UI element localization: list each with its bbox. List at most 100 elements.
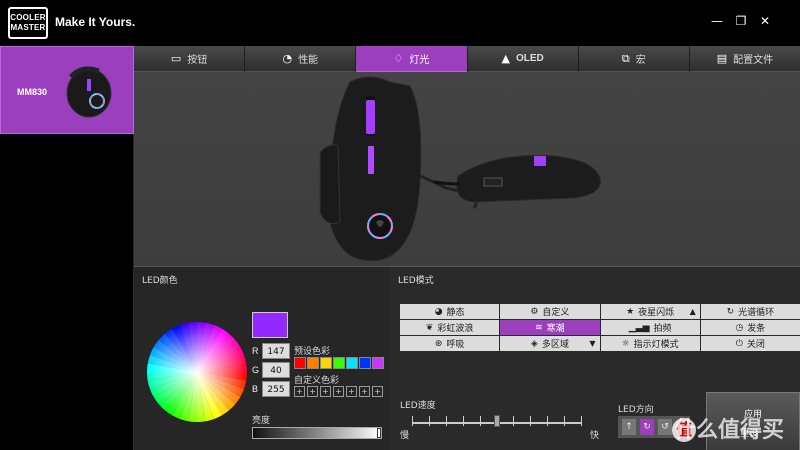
speed-tick <box>547 416 549 426</box>
preset-color-swatches <box>294 357 384 369</box>
custom-color-slot[interactable]: + <box>359 386 370 397</box>
speed-tick <box>412 416 413 426</box>
speed-min-label: 慢 <box>400 431 410 441</box>
led-mode-option[interactable]: ❦ 彩虹波浪 <box>400 320 500 335</box>
brightness-slider[interactable] <box>252 427 382 439</box>
direction-left-button[interactable]: ↑ <box>622 419 636 435</box>
mouse-render <box>319 76 601 262</box>
star-icon: ★ <box>626 306 635 317</box>
tab-bar: ▭ 按钮 ◔ 性能 ♢ 灯光 ▲ OLED ⧉ 宏 ▤ 配置文件 <box>134 46 800 72</box>
speed-tick <box>462 416 464 426</box>
speed-max-label: 快 <box>590 431 600 441</box>
led-mode-label: 彩虹波浪 <box>437 324 474 334</box>
custom-color-slot[interactable]: + <box>320 386 331 397</box>
led-mode-label: 发条 <box>747 324 766 334</box>
close-icon[interactable]: ✕ <box>758 14 772 28</box>
direction-rotate-button[interactable]: ↺ <box>658 419 672 435</box>
tab-oled[interactable]: ▲ OLED <box>467 46 578 72</box>
led-mode-option[interactable]: ◕ 静态 <box>400 304 500 319</box>
logo-line2: MASTER <box>10 23 46 32</box>
tab-lighting[interactable]: ♢ 灯光 <box>356 46 467 72</box>
device-sidebar: MM830 <box>0 46 134 450</box>
preset-color-swatch[interactable] <box>359 357 371 369</box>
tab-profile[interactable]: ▤ 配置文件 <box>689 46 800 72</box>
brightness-knob[interactable] <box>377 428 381 438</box>
speed-tick <box>580 416 582 426</box>
tab-label: 配置文件 <box>733 55 774 66</box>
color-wheel[interactable] <box>146 321 248 423</box>
led-mode-option[interactable]: ⊛ 呼吸 <box>400 336 500 351</box>
led-mode-option[interactable]: ≋ 寒潮 <box>500 320 600 335</box>
custom-color-slot[interactable]: + <box>294 386 305 397</box>
green-input[interactable]: 40 <box>262 362 290 378</box>
blue-input[interactable]: 255 <box>262 381 290 397</box>
led-mode-label: 关闭 <box>746 340 765 350</box>
led-mode-option[interactable]: ⚙ 自定义 <box>500 304 600 319</box>
led-mode-grid: ◕ 静态 ⚙ 自定义 ★ 夜星闪烁 ▲ ↻ 光谱循环 ❦ 彩虹波浪 ≋ 寒潮 ▁▃▅ 拍频 ◷ 发条 ⊛ 呼吸 ◈ 多区… <box>400 304 800 351</box>
brightness-label: 亮度 <box>252 416 271 426</box>
custom-color-slots: + + + + + + + <box>294 386 383 397</box>
custom-color-slot[interactable]: + <box>307 386 318 397</box>
speed-tick <box>564 416 566 426</box>
led-mode-label: 夜星闪烁 <box>638 308 675 318</box>
led-mode-label: 呼吸 <box>446 340 465 350</box>
tab-performance[interactable]: ◔ 性能 <box>245 46 356 72</box>
bulb-icon: ♢ <box>393 52 404 65</box>
led-mode-title: LED模式 <box>398 276 434 286</box>
clock-icon: ◷ <box>735 322 744 333</box>
red-label: R <box>252 346 259 356</box>
custom-color-slot[interactable]: + <box>372 386 383 397</box>
led-direction-label: LED方向 <box>618 405 654 415</box>
macro-icon: ⧉ <box>621 51 630 65</box>
led-mode-option[interactable]: ☼ 指示灯模式 <box>600 336 700 351</box>
tab-label: 灯光 <box>409 55 430 66</box>
custom-color-label: 自定义色彩 <box>294 376 340 386</box>
led-mode-option[interactable]: ▁▃▅ 拍频 <box>600 320 700 335</box>
speed-tick <box>513 416 515 426</box>
led-mode-option[interactable]: ◈ 多区域 ▼ <box>500 336 600 351</box>
led-mode-label: 拍频 <box>653 324 672 334</box>
leaf-icon: ❦ <box>425 322 434 333</box>
tab-macro[interactable]: ⧉ 宏 <box>578 46 689 72</box>
red-input[interactable]: 147 <box>262 343 290 359</box>
speed-tick <box>445 416 447 426</box>
watermark-text: 什么值得买 <box>673 418 784 443</box>
speed-tick <box>479 416 481 426</box>
preset-color-swatch[interactable] <box>320 357 332 369</box>
speed-knob[interactable] <box>494 415 500 427</box>
tab-label: 宏 <box>635 55 646 66</box>
led-mode-option[interactable]: ↻ 光谱循环 <box>700 304 800 319</box>
tab-label: 性能 <box>298 55 319 66</box>
gauge-icon: ◔ <box>282 52 293 65</box>
led-mode-label: 静态 <box>446 308 465 318</box>
preset-color-swatch[interactable] <box>307 357 319 369</box>
custom-color-slot[interactable]: + <box>333 386 344 397</box>
current-color-swatch <box>252 312 288 338</box>
scroll-up-icon[interactable]: ▲ <box>690 307 696 316</box>
device-card-mm830[interactable]: MM830 <box>0 46 134 134</box>
gear-icon: ⚙ <box>530 306 539 317</box>
preset-color-swatch[interactable] <box>333 357 345 369</box>
custom-color-slot[interactable]: + <box>346 386 357 397</box>
scroll-down-icon[interactable]: ▼ <box>589 339 595 348</box>
restore-icon[interactable]: ❐ <box>734 14 748 28</box>
mouse-icon: ▭ <box>170 52 182 65</box>
preset-color-swatch[interactable] <box>294 357 306 369</box>
led-mode-label: 自定义 <box>542 308 570 318</box>
led-mode-option[interactable]: ◷ 发条 <box>700 320 800 335</box>
cycle-icon: ↻ <box>726 306 735 317</box>
preset-color-label: 预设色彩 <box>294 347 331 357</box>
green-row: G 40 <box>252 362 290 378</box>
device-name: MM830 <box>17 87 48 97</box>
led-mode-option[interactable]: ★ 夜星闪烁 ▲ <box>600 304 700 319</box>
mouse-top-view <box>319 76 478 262</box>
preset-color-swatch[interactable] <box>346 357 358 369</box>
tab-label: 按钮 <box>187 55 208 66</box>
minimize-icon[interactable]: — <box>710 14 724 28</box>
mouse-side-view <box>433 154 601 203</box>
mouse-preview <box>134 72 800 266</box>
direction-right-button[interactable]: ↻ <box>640 419 654 435</box>
tab-buttons[interactable]: ▭ 按钮 <box>134 46 245 72</box>
led-mode-option[interactable]: ⏻ 关闭 <box>700 336 800 351</box>
preset-color-swatch[interactable] <box>372 357 384 369</box>
